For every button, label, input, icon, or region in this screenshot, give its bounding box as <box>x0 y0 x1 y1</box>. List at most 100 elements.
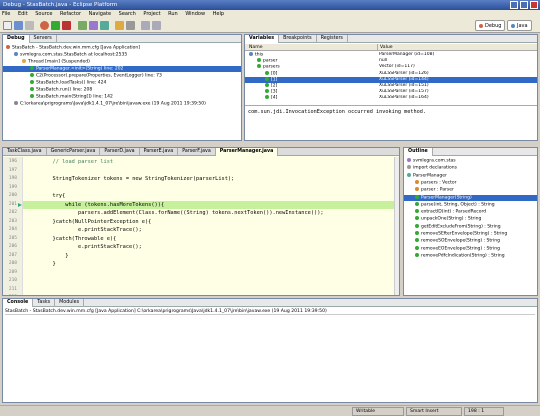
code-line: e.printStackTrace(); <box>27 244 142 250</box>
tab-taskclass[interactable]: TaskClass.java <box>3 148 47 156</box>
line-number: 212 <box>3 294 17 295</box>
variable-row[interactable]: [4] XuLSSParser (id=164) <box>245 95 537 101</box>
new-package-icon[interactable] <box>89 21 98 30</box>
debug-tree-item[interactable]: svmlegra.com.stas.StasBatch at localhost… <box>3 52 241 58</box>
outline-item[interactable]: unpackOne(String) : String <box>404 216 537 222</box>
outline-item[interactable]: removePdfcIndication(String) : String <box>404 252 537 259</box>
outline-item[interactable]: getEditExcludeFrom(String) : String <box>404 223 537 230</box>
variable-row[interactable]: [2] XuLSSParser (id=151) <box>245 83 537 89</box>
tab-parserd[interactable]: ParserD.java <box>100 148 140 156</box>
outline-item[interactable]: parser : Parser <box>404 187 537 193</box>
console-output[interactable] <box>3 316 537 402</box>
variable-row[interactable]: [1] XuLSSParser (id=144) <box>245 76 537 83</box>
column-name[interactable]: Name <box>249 44 263 51</box>
variable-name: [0] <box>265 70 277 77</box>
save-icon[interactable] <box>14 21 23 30</box>
forward-icon[interactable] <box>152 21 161 30</box>
debug-tree-item[interactable]: StasBatch.loadTasks() line: 424 <box>3 80 241 86</box>
debug-tree-item[interactable]: StasBatch.main(String[]) line: 142 <box>3 94 241 100</box>
debug-tree-label: C2(Processor).prepare(Properties, EventL… <box>36 73 162 79</box>
outline-item[interactable]: import declarations <box>404 165 537 171</box>
variable-row[interactable]: parsers Vector (id=117) <box>245 64 537 70</box>
outline-member-icon <box>415 194 419 199</box>
perspective-debug[interactable]: Debug <box>475 20 506 31</box>
outline-member-icon <box>415 223 419 228</box>
tab-servers[interactable]: Servers <box>30 35 57 43</box>
minimize-icon[interactable] <box>510 1 518 9</box>
close-icon[interactable] <box>530 1 538 9</box>
variable-value: Vector (id=117) <box>379 64 415 70</box>
menu-refactor[interactable]: Refactor <box>60 11 81 17</box>
code-area[interactable]: 196 // load parser list 197 198 StringToke… <box>3 158 394 295</box>
menu-edit[interactable]: Edit <box>18 11 28 17</box>
menu-help[interactable]: Help <box>213 11 224 17</box>
menu-project[interactable]: Project <box>143 11 160 17</box>
code-line: try{ <box>27 193 66 199</box>
detail-divider <box>245 105 537 106</box>
menu-navigate[interactable]: Navigate <box>89 11 111 17</box>
external-tools-icon[interactable] <box>62 21 71 30</box>
variable-icon <box>249 52 253 56</box>
outline-item[interactable]: removeSOEnvelope(String) : String <box>404 238 537 244</box>
tab-registers[interactable]: Registers <box>317 35 348 43</box>
variable-row[interactable]: [3] XuLSSParser (id=157) <box>245 89 537 95</box>
variable-row[interactable]: [0] XuLSSParser (id=126) <box>245 70 537 77</box>
eclipse-window: Debug - StasBatch.java - Eclipse Platfor… <box>0 0 540 416</box>
open-type-icon[interactable] <box>115 21 124 30</box>
outline-item[interactable]: extractID(int) : ParsedRecord <box>404 209 537 215</box>
tab-tasks[interactable]: Tasks <box>33 299 56 307</box>
outline-item[interactable]: removeSEfterEnvelope(String) : String <box>404 231 537 237</box>
variable-icon <box>257 58 261 63</box>
new-class-icon[interactable] <box>100 21 109 30</box>
variable-value: XuLSSParser (id=144) <box>379 76 429 82</box>
tab-modules[interactable]: Modules <box>55 299 85 307</box>
tab-outline[interactable]: Outline <box>404 148 433 156</box>
new-java-project-icon[interactable] <box>78 21 87 30</box>
outline-item[interactable]: removeEOEnvelope(String) : String <box>404 245 537 252</box>
debug-tree-item[interactable]: C:\orkarea\prigrograms\Java\jdk1.4.1_07\… <box>3 101 241 107</box>
column-value[interactable]: Value <box>377 44 393 51</box>
outline-item[interactable]: svmlegra.com.stas <box>404 158 537 164</box>
line-number: 201 <box>8 201 17 207</box>
line-number: 209 <box>8 269 17 275</box>
new-icon[interactable] <box>3 21 12 30</box>
tab-console[interactable]: Console <box>3 299 34 307</box>
variables-view: Variables Breakpoints Registers Name Value… <box>244 34 538 141</box>
menu-window[interactable]: Window <box>185 11 205 17</box>
maximize-icon[interactable] <box>520 1 528 9</box>
tab-genericparser[interactable]: GenericParser.java <box>47 148 101 156</box>
menu-file[interactable]: File <box>2 11 10 17</box>
menu-source[interactable]: Source <box>35 11 52 17</box>
menu-search[interactable]: Search <box>119 11 136 17</box>
print-icon[interactable] <box>25 21 34 30</box>
tab-debug[interactable]: Debug <box>3 35 30 43</box>
tab-breakpoints[interactable]: Breakpoints <box>279 35 317 43</box>
tab-parsere[interactable]: ParserE.java <box>140 148 179 156</box>
outline-item[interactable]: ParserManager(String) <box>404 194 537 201</box>
variable-row[interactable]: this ParserManager (id=108) <box>245 52 537 58</box>
tab-parserf[interactable]: ParserF.java <box>178 148 216 156</box>
menu-run[interactable]: Run <box>168 11 178 17</box>
variable-row[interactable]: parser null <box>245 58 537 64</box>
outline-item[interactable]: parse(int, String, Object) : String <box>404 201 537 208</box>
outline-item[interactable]: ParserManager <box>404 172 537 179</box>
debug-icon[interactable] <box>40 21 49 30</box>
debug-tree-item[interactable]: StasBatch.run() line: 208 <box>3 87 241 93</box>
tree-node-icon <box>30 80 34 84</box>
debug-tree-item[interactable]: Thread [main] (Suspended) <box>3 59 241 65</box>
debug-tree-item[interactable]: C2(Processor).prepare(Properties, EventL… <box>3 73 241 79</box>
perspective-java[interactable]: Java <box>507 20 532 31</box>
run-icon[interactable] <box>51 21 60 30</box>
debug-tree-label: Thread [main] (Suspended) <box>28 59 90 65</box>
tab-variables[interactable]: Variables <box>245 35 280 43</box>
debug-tree-item[interactable]: StasBatch - StasBatch.dev.win.mm.cfg [Ja… <box>3 45 241 51</box>
overview-ruler[interactable] <box>394 157 399 295</box>
tab-parsermanager[interactable]: ParserManager.java <box>215 148 279 156</box>
detail-pane[interactable]: com.sun.jdi.InvocationException occurred… <box>248 109 535 115</box>
debug-tree-item[interactable]: ParserManager.<init>(String) line: 202 <box>3 66 241 72</box>
outline-item[interactable]: parsers : Vector <box>404 179 537 186</box>
back-icon[interactable] <box>141 21 150 30</box>
outline-view: Outline svmlegra.com.stas import declarat… <box>403 147 538 296</box>
variable-value: XuLSSParser (id=151) <box>379 83 429 88</box>
search-icon[interactable] <box>126 21 135 30</box>
